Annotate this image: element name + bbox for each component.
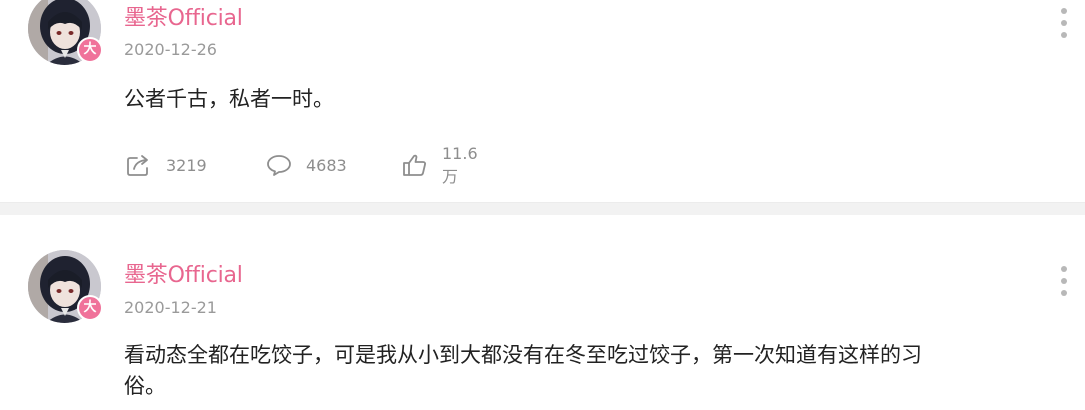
more-vertical-icon	[1061, 290, 1067, 296]
share-icon	[126, 153, 152, 177]
like-count: 11.6万	[442, 143, 478, 186]
comment-count: 4683	[306, 155, 347, 175]
more-options-button[interactable]	[1058, 266, 1070, 296]
username-link[interactable]: 墨茶Official	[124, 257, 243, 289]
more-vertical-icon	[1061, 20, 1067, 26]
verified-badge: 大	[77, 295, 103, 321]
thumbs-up-icon	[402, 153, 428, 177]
username-link[interactable]: 墨茶Official	[124, 0, 243, 32]
avatar[interactable]: 大	[28, 250, 103, 323]
verified-badge: 大	[77, 37, 103, 63]
share-count: 3219	[166, 155, 207, 175]
post-card: 大 墨茶Official 2020-12-26 公者千古，私者一时。 3219	[0, 0, 1085, 202]
like-button[interactable]: 11.6万	[402, 144, 478, 186]
post-card: 大 墨茶Official 2020-12-21 看动态全都在吃饺子，可是我从小到…	[0, 214, 1085, 410]
more-vertical-icon	[1061, 266, 1067, 272]
post-content: 公者千古，私者一时。	[124, 87, 334, 111]
comment-button[interactable]: 4683	[266, 150, 347, 180]
more-vertical-icon	[1061, 8, 1067, 14]
post-date: 2020-12-26	[124, 40, 217, 59]
more-vertical-icon	[1061, 32, 1067, 38]
avatar[interactable]: 大	[28, 0, 103, 65]
more-options-button[interactable]	[1058, 8, 1070, 38]
more-vertical-icon	[1061, 278, 1067, 284]
share-button[interactable]: 3219	[126, 150, 207, 180]
post-date: 2020-12-21	[124, 298, 217, 317]
post-content: 看动态全都在吃饺子，可是我从小到大都没有在冬至吃过饺子，第一次知道有这样的习俗。	[124, 343, 922, 398]
comment-icon	[266, 153, 292, 177]
